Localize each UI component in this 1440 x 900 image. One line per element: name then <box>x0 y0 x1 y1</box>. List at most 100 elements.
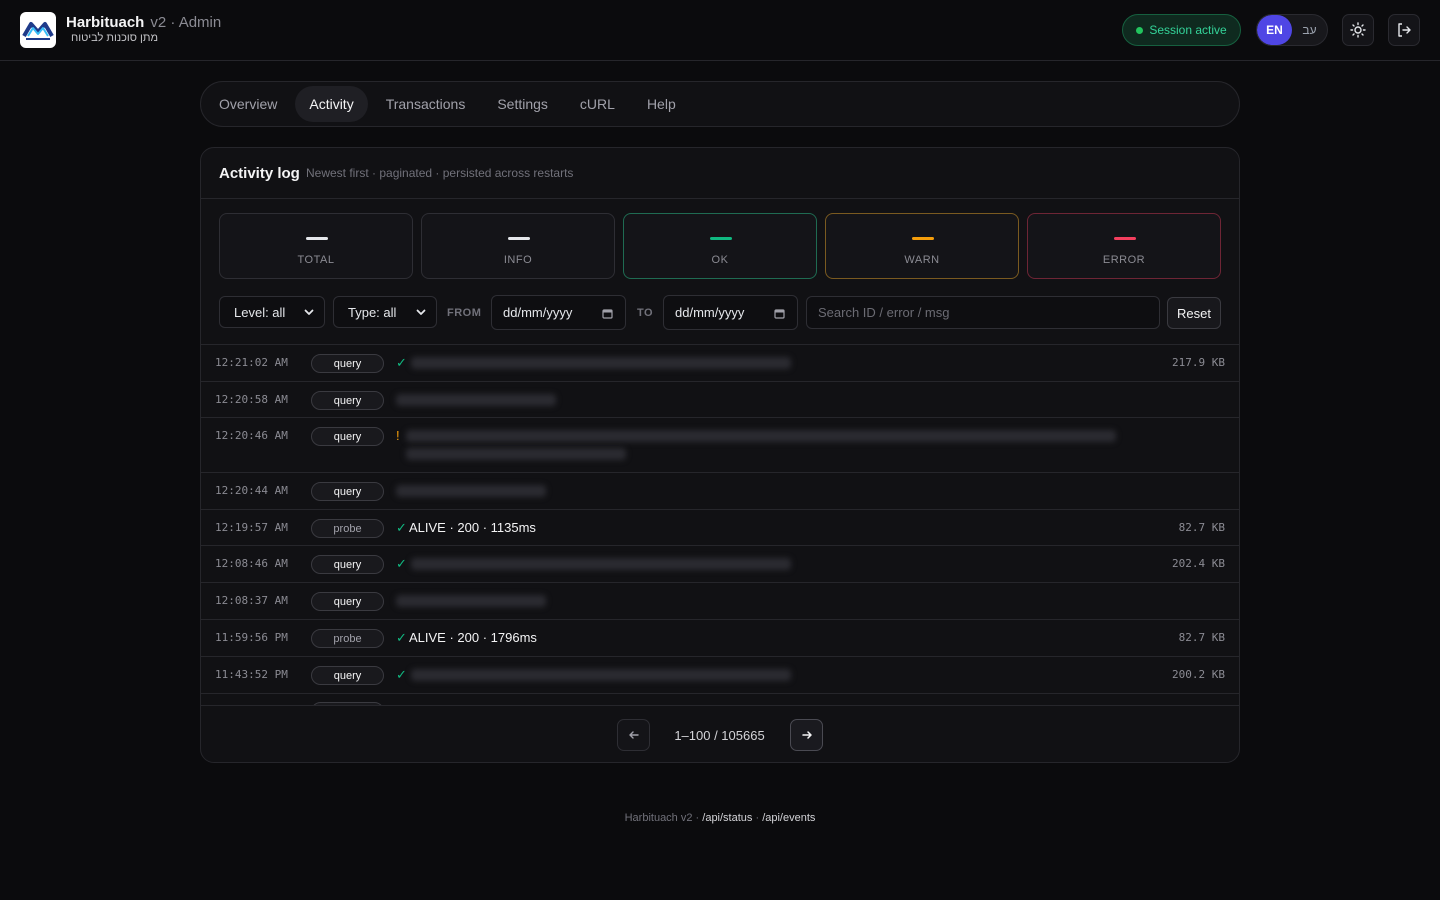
log-time: 12:21:02 AM <box>215 356 288 369</box>
log-type-badge: probe <box>311 629 384 648</box>
log-time: 12:08:46 AM <box>215 557 288 570</box>
search-input[interactable] <box>806 296 1160 329</box>
log-row[interactable]: 12:20:58 AM query <box>201 382 1239 418</box>
logout-icon <box>1398 23 1411 37</box>
logo <box>20 12 56 48</box>
reset-button[interactable]: Reset <box>1167 297 1221 329</box>
redacted-message <box>396 595 546 607</box>
log-size: 82.7 KB <box>1178 631 1225 644</box>
activity-log-card: Activity log Newest first · paginated · … <box>200 147 1240 763</box>
log-row[interactable]: 12:08:37 AM query <box>201 583 1239 620</box>
log-row[interactable]: 12:21:02 AM query ✓ 217.9 KB <box>201 345 1239 382</box>
redacted-message <box>406 448 626 460</box>
log-time: 12:08:37 AM <box>215 594 288 607</box>
log-row[interactable]: 11:43:52 PM query ✓ 200.2 KB <box>201 657 1239 694</box>
redacted-message <box>411 558 791 570</box>
status-dot-icon <box>1136 26 1144 34</box>
app-subtitle: מתן סוכנות לביטוח <box>71 32 159 44</box>
log-row[interactable]: 12:08:46 AM query ✓ 202.4 KB <box>201 546 1239 583</box>
api-events-link[interactable]: /api/events <box>762 812 815 824</box>
from-date-input[interactable]: dd/mm/yyyy <box>491 295 626 330</box>
tab-activity[interactable]: Activity <box>295 86 368 122</box>
stat-label: INFO <box>503 254 533 266</box>
arrow-right-icon <box>801 731 812 739</box>
log-time: 12:19:57 AM <box>215 521 288 534</box>
brand: Harbituach v2 · Admin מתן סוכנות לביטוח <box>66 14 222 44</box>
stat-error: ERROR <box>1027 213 1221 279</box>
log-time: 11:59:56 PM <box>215 631 288 644</box>
calendar-icon <box>774 309 785 319</box>
chevron-down-icon <box>304 309 314 315</box>
main-tabs: Overview Activity Transactions Settings … <box>200 81 1240 127</box>
logo-icon <box>22 22 54 40</box>
log-type-badge <box>311 702 384 705</box>
log-size: 217.9 KB <box>1172 356 1225 369</box>
language-switch: EN עב <box>1256 14 1328 46</box>
stat-info: INFO <box>421 213 615 279</box>
logout-button[interactable] <box>1388 14 1420 46</box>
next-page-button[interactable] <box>790 719 823 751</box>
top-bar: Harbituach v2 · Admin מתן סוכנות לביטוח S… <box>0 0 1440 61</box>
api-status-link[interactable]: /api/status <box>702 812 752 824</box>
log-type-badge: query <box>311 555 384 574</box>
prev-page-button[interactable] <box>617 719 650 751</box>
lang-he-button[interactable]: עב <box>1292 15 1327 45</box>
tab-settings[interactable]: Settings <box>483 86 562 122</box>
tab-curl[interactable]: cURL <box>566 86 629 122</box>
log-size: 200.2 KB <box>1172 668 1225 681</box>
log-row[interactable]: 12:20:46 AM query ! <box>201 418 1239 473</box>
stat-label: OK <box>711 254 729 266</box>
calendar-icon <box>602 309 613 319</box>
stat-ok: OK <box>623 213 817 279</box>
stat-value <box>710 237 732 240</box>
check-icon: ✓ <box>396 520 407 535</box>
to-date-input[interactable]: dd/mm/yyyy <box>663 295 798 330</box>
type-select-value: Type: all <box>348 304 397 320</box>
session-label: Session active <box>1149 23 1227 37</box>
activity-log-list[interactable]: 12:21:02 AM query ✓ 217.9 KB 12:20:58 AM… <box>201 344 1239 706</box>
tab-transactions[interactable]: Transactions <box>372 86 480 122</box>
to-label: TO <box>637 307 654 319</box>
log-type-badge: probe <box>311 519 384 538</box>
card-header: Activity log Newest first · paginated · … <box>201 148 1239 199</box>
app-name: Harbituach <box>66 14 145 31</box>
sun-icon <box>1350 22 1366 38</box>
log-time: 12:20:44 AM <box>215 484 288 497</box>
from-label: FROM <box>447 307 482 319</box>
stat-label: ERROR <box>1102 254 1146 266</box>
stat-warn: WARN <box>825 213 1019 279</box>
log-time: 12:20:58 AM <box>215 393 288 406</box>
lang-en-button[interactable]: EN <box>1257 15 1292 45</box>
log-type-badge: query <box>311 391 384 410</box>
log-type-badge: query <box>311 354 384 373</box>
app-version: v2 · Admin <box>150 14 222 31</box>
tab-help[interactable]: Help <box>633 86 690 122</box>
arrow-left-icon <box>628 731 639 739</box>
redacted-message <box>406 430 1116 442</box>
to-date-value: dd/mm/yyyy <box>675 305 745 320</box>
check-icon: ✓ <box>396 630 407 645</box>
type-select[interactable]: Type: all <box>333 296 437 328</box>
warning-icon: ! <box>396 428 400 443</box>
log-time: 11:43:52 PM <box>215 668 288 681</box>
level-select[interactable]: Level: all <box>219 296 325 328</box>
footer-prefix: Harbituach v2 · <box>624 812 703 824</box>
check-icon: ✓ <box>396 556 407 571</box>
footer: Harbituach v2 · /api/status · /api/event… <box>0 812 1440 824</box>
from-date-value: dd/mm/yyyy <box>503 305 573 320</box>
theme-toggle-button[interactable] <box>1342 14 1374 46</box>
check-icon: ✓ <box>396 667 407 682</box>
log-size: 82.7 KB <box>1178 521 1225 534</box>
footer-separator: · <box>752 812 763 824</box>
log-time: 12:20:46 AM <box>215 429 288 442</box>
tab-overview[interactable]: Overview <box>205 86 291 122</box>
log-row[interactable]: 11:59:56 PM probe ✓ ALIVE · 200 · 1796ms… <box>201 620 1239 657</box>
stat-label: WARN <box>904 254 940 266</box>
card-title: Activity log <box>219 165 300 182</box>
redacted-message <box>411 357 791 369</box>
log-type-badge: query <box>311 592 384 611</box>
log-row[interactable]: 12:20:44 AM query <box>201 473 1239 510</box>
log-type-badge: query <box>311 666 384 685</box>
log-row[interactable]: 12:19:57 AM probe ✓ ALIVE · 200 · 1135ms… <box>201 510 1239 546</box>
redacted-message <box>396 394 556 406</box>
